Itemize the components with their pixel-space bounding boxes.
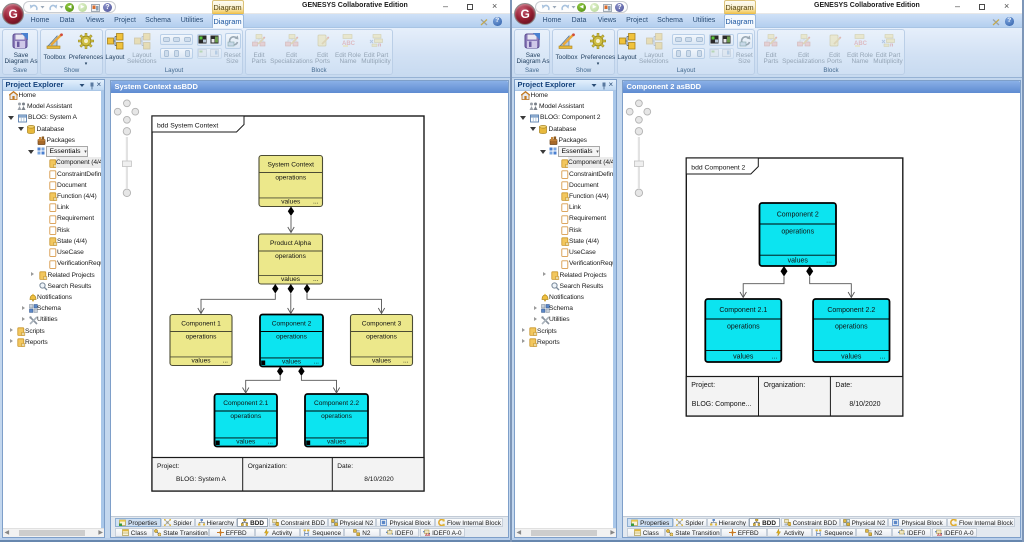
svg-text:Component 2: Component 2: [271, 320, 311, 327]
svg-text:values: values: [841, 353, 862, 360]
svg-text:...: ...: [222, 357, 228, 364]
svg-text:values: values: [733, 353, 754, 360]
svg-text:A0: A0: [937, 532, 942, 536]
svg-text:Component 2.2: Component 2.2: [827, 307, 875, 314]
svg-text:Date:: Date:: [337, 463, 353, 470]
svg-text:values: values: [326, 438, 346, 445]
svg-text:...: ...: [313, 198, 319, 205]
svg-text:Component 3: Component 3: [361, 320, 401, 327]
svg-text:Project:: Project:: [157, 463, 180, 470]
svg-text:Product Alpha: Product Alpha: [269, 239, 310, 246]
svg-text:BLOG: System A: BLOG: System A: [176, 476, 226, 483]
svg-text:A0: A0: [425, 532, 430, 536]
svg-text:...: ...: [771, 353, 777, 360]
svg-text:operations: operations: [834, 323, 867, 330]
svg-text:operations: operations: [366, 333, 397, 340]
svg-text:operations: operations: [726, 323, 759, 330]
svg-text:operations: operations: [275, 253, 306, 260]
svg-text:Component 2.1: Component 2.1: [719, 307, 767, 314]
svg-text:BLOG: Compone...: BLOG: Compone...: [691, 401, 751, 408]
svg-text:...: ...: [403, 357, 409, 364]
svg-text:n: n: [378, 42, 382, 47]
svg-text:...: ...: [826, 257, 832, 264]
svg-text:operations: operations: [321, 413, 352, 420]
svg-text:Date:: Date:: [835, 382, 852, 389]
svg-text:8/10/2020: 8/10/2020: [849, 401, 880, 408]
svg-text:Organization:: Organization:: [247, 463, 286, 470]
svg-text:Component 2: Component 2: [776, 211, 818, 218]
svg-text:...: ...: [358, 438, 364, 445]
svg-text:operations: operations: [230, 413, 261, 420]
svg-text:...: ...: [313, 276, 319, 283]
svg-text:Project:: Project:: [691, 382, 715, 389]
svg-text:operations: operations: [275, 174, 306, 181]
svg-text:values: values: [280, 276, 300, 283]
svg-text:bdd Component 2: bdd Component 2: [691, 164, 745, 171]
svg-text:System Context: System Context: [267, 161, 314, 168]
svg-text:n: n: [890, 42, 894, 47]
svg-text:...: ...: [313, 358, 319, 365]
svg-text:8/10/2020: 8/10/2020: [364, 476, 394, 483]
svg-text:operations: operations: [185, 333, 216, 340]
svg-text:Component 2.1: Component 2.1: [223, 399, 268, 406]
svg-text:...: ...: [267, 438, 273, 445]
svg-text:bdd System Context: bdd System Context: [157, 122, 218, 129]
svg-text:...: ...: [879, 353, 885, 360]
svg-text:values: values: [281, 198, 301, 205]
svg-text:operations: operations: [781, 228, 814, 235]
svg-text:Component 2.2: Component 2.2: [313, 399, 358, 406]
svg-text:values: values: [191, 357, 211, 364]
svg-text:values: values: [787, 257, 808, 264]
svg-text:Component 1: Component 1: [181, 320, 221, 327]
svg-text:values: values: [281, 358, 301, 365]
svg-text:values: values: [236, 438, 256, 445]
svg-text:values: values: [371, 357, 391, 364]
svg-text:operations: operations: [276, 333, 307, 340]
svg-text:Organization:: Organization:: [763, 382, 805, 389]
